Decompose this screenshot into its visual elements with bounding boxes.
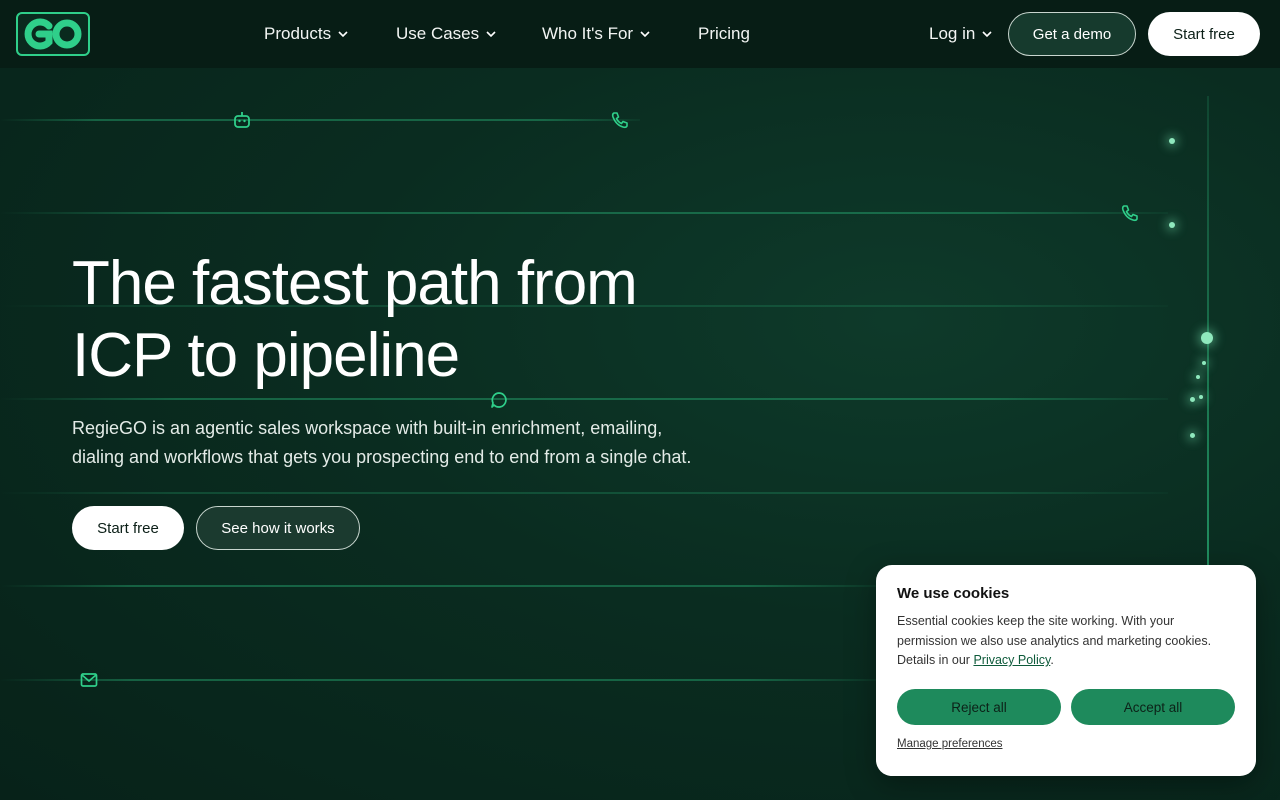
deco-line <box>0 585 880 587</box>
cookie-text: Essential cookies keep the site working.… <box>897 612 1235 671</box>
chat-bubble-icon <box>491 392 507 408</box>
nav-pricing[interactable]: Pricing <box>698 22 750 46</box>
glow-dot <box>1196 375 1200 379</box>
reject-all-button[interactable]: Reject all <box>897 689 1061 725</box>
cookie-body: Essential cookies keep the site working.… <box>897 614 1212 667</box>
nav-pricing-label: Pricing <box>698 24 750 43</box>
deco-line <box>0 212 1168 214</box>
hero-subtitle: RegieGO is an agentic sales workspace wi… <box>72 414 732 472</box>
glow-dot <box>1190 397 1195 402</box>
phone-icon <box>1121 205 1138 222</box>
regiego-logo[interactable] <box>16 12 90 56</box>
hero-subtitle-line: RegieGO is an agentic sales workspace wi… <box>72 418 663 438</box>
phone-icon <box>611 112 628 129</box>
deco-line <box>0 679 880 681</box>
mail-icon <box>80 673 98 687</box>
deco-line <box>0 398 1168 400</box>
chevron-down-icon <box>982 31 992 38</box>
hero-title-line: ICP to pipeline <box>72 321 460 390</box>
manage-preferences-link[interactable]: Manage preferences <box>897 738 1002 750</box>
login-menu[interactable]: Log in <box>929 22 993 46</box>
hero-title: The fastest path from ICP to pipeline <box>72 248 792 392</box>
see-how-it-works-button[interactable]: See how it works <box>196 506 360 550</box>
chevron-down-icon <box>338 31 348 38</box>
deco-line <box>0 119 640 121</box>
glow-dot <box>1169 222 1175 228</box>
glow-dot <box>1169 138 1175 144</box>
nav-products-label: Products <box>264 24 332 43</box>
glow-dot <box>1202 361 1206 365</box>
privacy-policy-link[interactable]: Privacy Policy <box>973 653 1050 667</box>
hero-subtitle-line: dialing and workflows that gets you pros… <box>72 447 692 467</box>
robot-icon <box>234 112 250 128</box>
nav-products[interactable]: Products <box>264 22 349 46</box>
glow-dot <box>1190 433 1195 438</box>
hero-title-line: The fastest path from <box>72 249 638 318</box>
nav-use-cases[interactable]: Use Cases <box>396 22 497 46</box>
cookie-banner: We use cookies Essential cookies keep th… <box>876 565 1256 776</box>
cookie-title: We use cookies <box>897 585 1010 602</box>
deco-vertical-line <box>1207 96 1209 566</box>
nav-use-cases-label: Use Cases <box>396 24 480 43</box>
get-demo-button[interactable]: Get a demo <box>1008 12 1136 56</box>
regiego-go-logo-icon <box>24 18 82 50</box>
chevron-down-icon <box>640 31 650 38</box>
hero-start-free-button[interactable]: Start free <box>72 506 184 550</box>
deco-line <box>0 492 1168 494</box>
nav-who-its-for-label: Who It's For <box>542 24 634 43</box>
accept-all-button[interactable]: Accept all <box>1071 689 1235 725</box>
cookie-punct: . <box>1050 653 1054 667</box>
nav-who-its-for[interactable]: Who It's For <box>542 22 651 46</box>
header-start-free-button[interactable]: Start free <box>1148 12 1260 56</box>
glow-dot <box>1201 332 1213 344</box>
login-label: Log in <box>929 24 976 43</box>
chevron-down-icon <box>486 31 496 38</box>
glow-dot <box>1199 395 1203 399</box>
site-header: Products Use Cases Who It's For Pricing … <box>0 0 1280 68</box>
